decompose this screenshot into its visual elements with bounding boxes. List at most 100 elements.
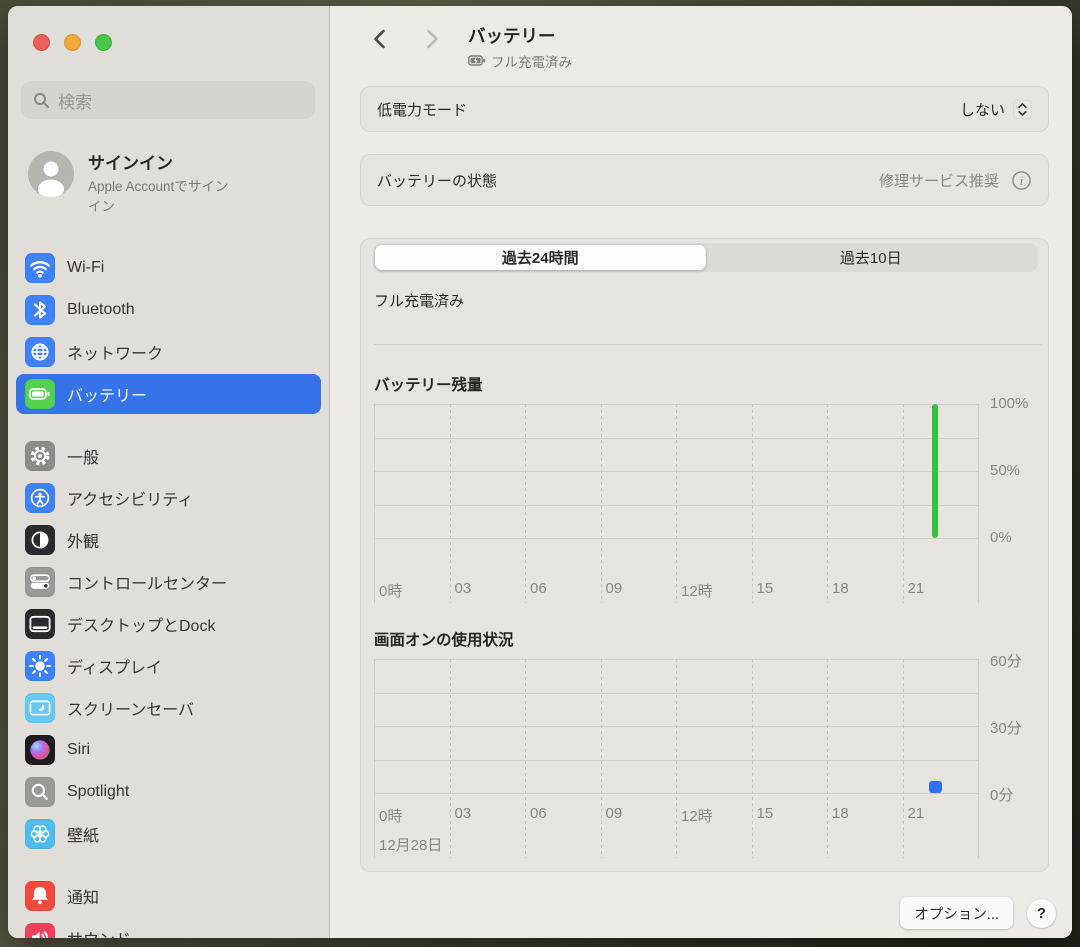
sidebar-item-label: スクリーンセーバ: [67, 696, 194, 720]
x-tick-label: 0時: [379, 580, 402, 601]
help-button[interactable]: ?: [1027, 899, 1056, 928]
sidebar-item-bluetooth[interactable]: Bluetooth: [16, 290, 321, 330]
sidebar-item-label: Siri: [67, 741, 90, 759]
sidebar-item-accessibility[interactable]: アクセシビリティ: [16, 478, 321, 518]
tick-gridline: [752, 404, 753, 603]
speaker-icon: [25, 923, 55, 938]
display-icon: [25, 651, 55, 681]
tick-gridline: [903, 659, 904, 858]
sidebar-item-battery[interactable]: バッテリー: [16, 374, 321, 414]
x-tick-label: 03: [455, 580, 472, 597]
tick-gridline: [450, 404, 451, 603]
sidebar-item-label: 壁紙: [67, 822, 99, 846]
y-tick-label: 100%: [990, 395, 1028, 412]
y-tick-label: 60分: [990, 650, 1022, 671]
tick-gridline: [450, 659, 451, 858]
y-tick-label: 0%: [990, 529, 1012, 546]
search-field[interactable]: 検索: [21, 81, 315, 119]
gear-icon: [25, 441, 55, 471]
sidebar-item-notifications[interactable]: 通知: [16, 876, 321, 916]
pane-footer: オプション... ?: [900, 897, 1056, 929]
wifi-icon: [25, 253, 55, 283]
x-tick-label: 12時: [681, 580, 713, 601]
low-power-mode-row: 低電力モード しない: [360, 86, 1049, 132]
screen-usage-chart: 0時03060912時15182160分30分0分12月28日: [374, 659, 1044, 858]
charge-status-text: フル充電済み: [374, 290, 1048, 311]
sidebar-item-siri[interactable]: Siri: [16, 730, 321, 770]
tick-gridline: [827, 404, 828, 603]
sidebar-item-label: Bluetooth: [67, 301, 135, 319]
tick-gridline: [525, 659, 526, 858]
system-settings-window: 検索 サインイン Apple Accountでサイン イン Wi-Fi Bluet…: [8, 6, 1072, 938]
svg-text:i: i: [1020, 174, 1024, 188]
zoom-window-button[interactable]: [95, 34, 112, 51]
info-icon[interactable]: i: [1011, 170, 1032, 191]
battery-level-chart-title: バッテリー残量: [374, 373, 1048, 395]
page-title: バッテリー: [468, 23, 572, 48]
sidebar-item-label: デスクトップとDock: [67, 612, 215, 636]
sidebar-item-control-center[interactable]: コントロールセンター: [16, 562, 321, 602]
charge-status-header: フル充電済み: [491, 51, 572, 71]
forward-button[interactable]: [420, 26, 444, 52]
y-tick-label: 50%: [990, 462, 1020, 479]
minimize-window-button[interactable]: [64, 34, 81, 51]
y-tick-label: 30分: [990, 717, 1022, 738]
siri-icon: [25, 735, 55, 765]
appearance-icon: [25, 525, 55, 555]
chart-border: [978, 659, 979, 858]
x-tick-label: 15: [757, 805, 774, 822]
x-tick-label: 03: [455, 805, 472, 822]
sidebar-nav: Wi-Fi Bluetooth ネットワークバッテリー一般アクセシビリティ外観コント…: [8, 248, 329, 938]
tick-gridline: [752, 659, 753, 858]
pane-header: バッテリー フル充電済み: [330, 6, 1072, 71]
battery-level-bar: [932, 404, 938, 538]
tab-last-10-days[interactable]: 過去10日: [706, 245, 1037, 270]
bluetooth-icon: [25, 295, 55, 325]
x-tick-label: 21: [908, 805, 925, 822]
sidebar: 検索 サインイン Apple Accountでサイン イン Wi-Fi Bluet…: [8, 6, 330, 938]
tick-gridline: [601, 404, 602, 603]
sidebar-item-network[interactable]: ネットワーク: [16, 332, 321, 372]
sidebar-item-label: ディスプレイ: [67, 654, 162, 678]
sidebar-item-label: サウンド: [67, 926, 131, 938]
sidebar-item-desktop-dock[interactable]: デスクトップとDock: [16, 604, 321, 644]
account-subtitle-line1: Apple Accountでサイン: [88, 177, 228, 197]
x-tick-label: 18: [832, 805, 849, 822]
x-tick-label: 21: [908, 580, 925, 597]
globe-icon: [25, 337, 55, 367]
x-tick-label: 09: [606, 805, 623, 822]
battery-pane: バッテリー フル充電済み 低電力モード しない: [330, 6, 1072, 938]
sidebar-item-label: 外観: [67, 528, 99, 552]
sidebar-item-wallpaper[interactable]: 壁紙: [16, 814, 321, 854]
tick-gridline: [903, 404, 904, 603]
sidebar-item-displays[interactable]: ディスプレイ: [16, 646, 321, 686]
sidebar-item-label: ネットワーク: [67, 340, 163, 364]
sidebar-item-label: アクセシビリティ: [67, 486, 193, 510]
back-button[interactable]: [368, 26, 392, 52]
tick-gridline: [601, 659, 602, 858]
sidebar-item-screensaver[interactable]: スクリーンセーバ: [16, 688, 321, 728]
spotlight-icon: [25, 777, 55, 807]
chart-border: [978, 404, 979, 603]
options-button[interactable]: オプション...: [900, 897, 1013, 929]
sidebar-item-label: 通知: [67, 884, 99, 908]
sidebar-item-appearance[interactable]: 外観: [16, 520, 321, 560]
tick-gridline: [827, 659, 828, 858]
sidebar-item-spotlight[interactable]: Spotlight: [16, 772, 321, 812]
sidebar-item-wifi[interactable]: Wi-Fi: [16, 248, 321, 288]
sidebar-item-label: 一般: [67, 444, 99, 468]
account-subtitle-line2: イン: [88, 197, 228, 217]
tab-last-24-hours[interactable]: 過去24時間: [375, 245, 706, 270]
battery-health-value: 修理サービス推奨: [879, 170, 999, 191]
sidebar-item-label: Spotlight: [67, 783, 129, 801]
accessibility-icon: [25, 483, 55, 513]
x-tick-label: 0時: [379, 805, 402, 826]
low-power-mode-label: 低電力モード: [377, 99, 467, 120]
battery-level-chart: 0時03060912時151821100%50%0%: [374, 404, 1044, 603]
sidebar-item-general[interactable]: 一般: [16, 436, 321, 476]
sidebar-item-sound[interactable]: サウンド: [16, 918, 321, 938]
low-power-mode-select[interactable]: しない: [960, 99, 1032, 120]
low-power-mode-value: しない: [960, 99, 1005, 120]
sidebar-item-account[interactable]: サインイン Apple Accountでサイン イン: [28, 147, 315, 216]
close-window-button[interactable]: [33, 34, 50, 51]
